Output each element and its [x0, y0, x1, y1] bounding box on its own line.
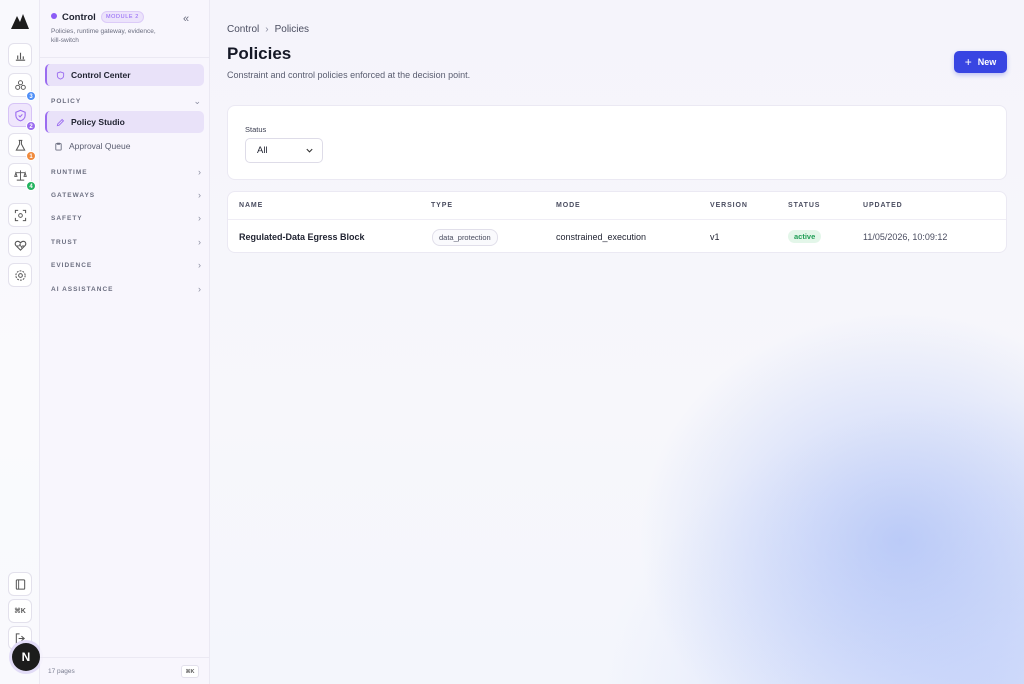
workflows-icon[interactable]: 3 — [8, 73, 36, 101]
section-policy[interactable]: POLICY ⌄ — [51, 96, 201, 107]
clipboard-icon — [55, 142, 62, 151]
section-trust[interactable]: TRUST › — [51, 237, 201, 247]
avatar-initial: N — [21, 650, 31, 664]
table-header: NAME TYPE MODE VERSION STATUS UPDATED — [228, 192, 1006, 220]
analytics-icon[interactable] — [8, 43, 32, 67]
section-safety[interactable]: SAFETY › — [51, 213, 201, 223]
status-filter-value: All — [257, 145, 268, 156]
shield-icon — [56, 70, 65, 80]
filter-card: Status All — [227, 105, 1007, 180]
column-header-status[interactable]: STATUS — [788, 202, 820, 209]
sidebar-item-policy-studio[interactable]: Policy Studio — [45, 111, 204, 133]
sidebar-item-approval-queue[interactable]: Approval Queue — [45, 135, 204, 157]
chevron-right-icon: › — [198, 167, 201, 177]
chevron-down-icon: ⌄ — [193, 96, 201, 106]
docs-book-icon[interactable] — [8, 572, 32, 596]
section-gateways[interactable]: GATEWAYS › — [51, 190, 201, 200]
module-header: Control MODULE 2 Policies, runtime gatew… — [40, 0, 210, 58]
sidebar-item-control-center[interactable]: Control Center — [45, 64, 204, 86]
chevron-right-icon: › — [198, 213, 201, 223]
section-evidence[interactable]: EVIDENCE › — [51, 260, 201, 270]
column-header-type[interactable]: TYPE — [431, 202, 453, 209]
module-sidebar: Control MODULE 2 Policies, runtime gatew… — [40, 0, 210, 684]
policy-updated: 11/05/2026, 10:09:12 — [863, 232, 948, 242]
page-count: 17 pages — [48, 668, 75, 675]
user-avatar[interactable]: N — [12, 643, 40, 671]
page-title: Policies — [227, 44, 292, 63]
collapse-sidebar-icon[interactable]: « — [183, 13, 189, 25]
section-label: AI ASSISTANCE — [51, 285, 114, 293]
section-label: GATEWAYS — [51, 191, 96, 199]
status-filter-label: Status — [245, 125, 267, 134]
search-shortcut-button[interactable]: ⌘K — [181, 665, 199, 678]
policy-name[interactable]: Regulated-Data Egress Block — [239, 232, 365, 242]
settings-gear-icon[interactable] — [8, 263, 32, 287]
chevron-down-icon — [306, 148, 313, 153]
page-subtitle: Constraint and control policies enforced… — [227, 70, 471, 80]
column-header-name[interactable]: NAME — [239, 202, 263, 209]
pen-icon — [56, 118, 65, 126]
section-ai-assistance[interactable]: AI ASSISTANCE › — [51, 284, 201, 294]
scan-icon[interactable] — [8, 203, 32, 227]
compliance-badge: 4 — [26, 181, 36, 191]
policy-version: v1 — [710, 232, 720, 242]
module-name: Control — [62, 12, 96, 23]
table-row[interactable]: Regulated-Data Egress Block data_protect… — [228, 220, 1006, 252]
breadcrumb-control[interactable]: Control — [227, 24, 259, 35]
health-heart-icon[interactable] — [8, 233, 32, 257]
module-description: Policies, runtime gateway, evidence, kil… — [51, 28, 156, 44]
module-tag: MODULE 2 — [101, 11, 144, 23]
breadcrumb: Control › Policies — [227, 24, 309, 35]
workflows-badge: 3 — [26, 91, 36, 101]
status-badge: active — [788, 230, 822, 243]
section-label: EVIDENCE — [51, 261, 93, 269]
section-label: SAFETY — [51, 214, 83, 222]
new-policy-button[interactable]: + New — [954, 51, 1007, 73]
chevron-right-icon: › — [198, 190, 201, 200]
sidebar-item-label: Approval Queue — [69, 141, 131, 151]
lab-flask-icon[interactable]: 1 — [8, 133, 36, 161]
breadcrumb-policies: Policies — [274, 24, 310, 35]
lab-badge: 1 — [26, 151, 36, 161]
policies-table: NAME TYPE MODE VERSION STATUS UPDATED Re… — [227, 191, 1007, 253]
chevron-right-icon: › — [198, 260, 201, 270]
chevron-right-icon: › — [198, 237, 201, 247]
command-palette-button[interactable]: ⌘K — [8, 599, 32, 623]
column-header-mode[interactable]: MODE — [556, 202, 581, 209]
breadcrumb-separator: › — [265, 24, 269, 35]
status-filter-select[interactable]: All — [245, 138, 323, 163]
column-header-version[interactable]: VERSION — [710, 202, 748, 209]
sidebar-footer: 17 pages ⌘K — [40, 657, 210, 684]
column-header-updated[interactable]: UPDATED — [863, 202, 903, 209]
section-label: TRUST — [51, 238, 78, 246]
command-palette-label: ⌘K — [14, 608, 26, 615]
policy-mode: constrained_execution — [556, 232, 647, 242]
policy-type-pill: data_protection — [432, 229, 498, 246]
section-label: POLICY — [51, 98, 82, 105]
control-badge: 2 — [26, 121, 36, 131]
plus-icon: + — [964, 55, 972, 69]
sidebar-item-label: Policy Studio — [71, 117, 125, 127]
module-dot — [51, 13, 57, 19]
app-logo-icon[interactable] — [10, 12, 30, 30]
new-button-label: New — [977, 57, 997, 67]
compliance-scale-icon[interactable]: 4 — [8, 163, 36, 191]
control-shield-icon[interactable]: 2 — [8, 103, 36, 131]
icon-rail: 3 2 1 4 ⌘K N — [0, 0, 40, 684]
chevron-right-icon: › — [198, 284, 201, 294]
section-label: RUNTIME — [51, 168, 88, 176]
section-runtime[interactable]: RUNTIME › — [51, 167, 201, 177]
sidebar-item-label: Control Center — [71, 70, 131, 80]
